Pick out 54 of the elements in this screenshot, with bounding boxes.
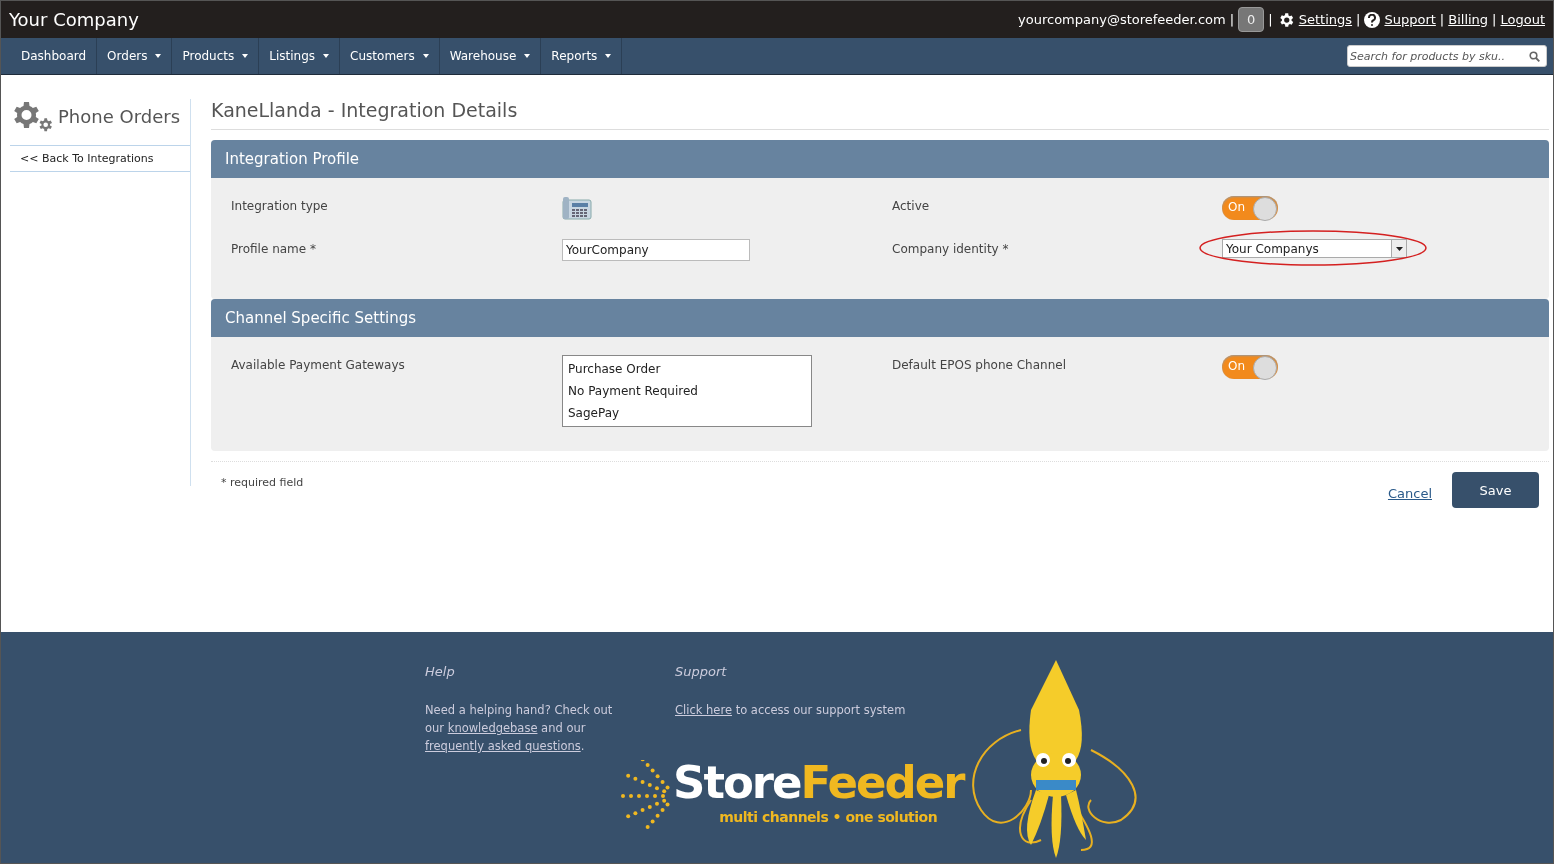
- nav-menu-item[interactable]: Listings: [259, 38, 341, 74]
- separator: |: [1492, 12, 1497, 27]
- nav-menu-item[interactable]: Customers: [340, 38, 440, 74]
- nav-menu-item[interactable]: Orders: [97, 38, 173, 74]
- gears-icon: [12, 99, 52, 133]
- header-link[interactable]: Settings: [1298, 12, 1353, 27]
- list-option[interactable]: SagePay: [563, 402, 811, 424]
- caret-icon[interactable]: [1391, 240, 1406, 257]
- field-label: Default EPOS phone Channel: [892, 357, 1067, 374]
- help-icon[interactable]: [1364, 11, 1381, 28]
- list-option[interactable]: No Payment Required: [563, 380, 811, 402]
- sidebar-title: Phone Orders: [58, 105, 180, 127]
- header-link[interactable]: Logout: [1500, 12, 1545, 27]
- company-identity-dropdown[interactable]: Your Companys: [1222, 239, 1407, 258]
- page-title: KaneLlanda - Integration Details: [211, 99, 1549, 130]
- nav-menu-item[interactable]: Warehouse: [439, 38, 542, 74]
- header-link[interactable]: Support: [1384, 12, 1436, 27]
- user-email: yourcompany@storefeeder.com: [1018, 12, 1226, 27]
- company-name: Your Company: [9, 9, 140, 30]
- phone-icon: [562, 196, 592, 220]
- notification-badge[interactable]: 0: [1238, 7, 1265, 32]
- cancel-link[interactable]: Cancel: [1387, 486, 1432, 501]
- field-label: Active: [892, 198, 931, 215]
- field-label: Integration type: [231, 198, 329, 215]
- profile-name-field[interactable]: YourCompany: [562, 239, 750, 261]
- section-header: Channel Specific Settings: [211, 299, 1549, 337]
- footer-link[interactable]: Click here: [675, 703, 732, 717]
- save-button[interactable]: Save: [1452, 472, 1539, 508]
- nav-menu-item[interactable]: Dashboard: [11, 38, 98, 74]
- footer-heading: Support: [675, 664, 728, 679]
- field-label: Company identity *: [892, 241, 1010, 258]
- nav-menu-item[interactable]: Reports: [541, 38, 623, 74]
- separator: |: [1356, 12, 1361, 27]
- separator: |: [1439, 12, 1445, 27]
- logo-tagline: multi channels • one solution: [719, 809, 938, 825]
- footer-text: Click here to access our support system: [675, 702, 907, 719]
- field-label: Profile name *: [231, 241, 317, 258]
- header-link[interactable]: Billing: [1448, 12, 1489, 27]
- list-option[interactable]: Purchase Order: [563, 358, 811, 380]
- footer-text: Need a helping hand? Check out our knowledgebase and our frequently asked questions.: [425, 702, 614, 755]
- section-header: Integration Profile: [211, 140, 1549, 178]
- payment-gateway-listbox[interactable]: Purchase Order No Payment Required SagePay: [562, 355, 812, 427]
- search-field[interactable]: Search for products by sku..: [1347, 45, 1547, 67]
- nav-menu-item[interactable]: Products: [172, 38, 260, 74]
- back-link[interactable]: << Back To Integrations: [10, 146, 190, 172]
- footer-link[interactable]: frequently asked questions: [425, 739, 581, 753]
- separator: |: [1268, 12, 1273, 27]
- search-icon[interactable]: [1529, 50, 1540, 62]
- required-note: * required field: [221, 475, 305, 489]
- separator: |: [1229, 12, 1235, 27]
- field-label: Available Payment Gateways: [231, 357, 406, 374]
- footer-link[interactable]: knowledgebase: [447, 721, 538, 735]
- logo-wordmark: StoreFeeder: [673, 760, 964, 805]
- footer-heading: Help: [425, 664, 456, 679]
